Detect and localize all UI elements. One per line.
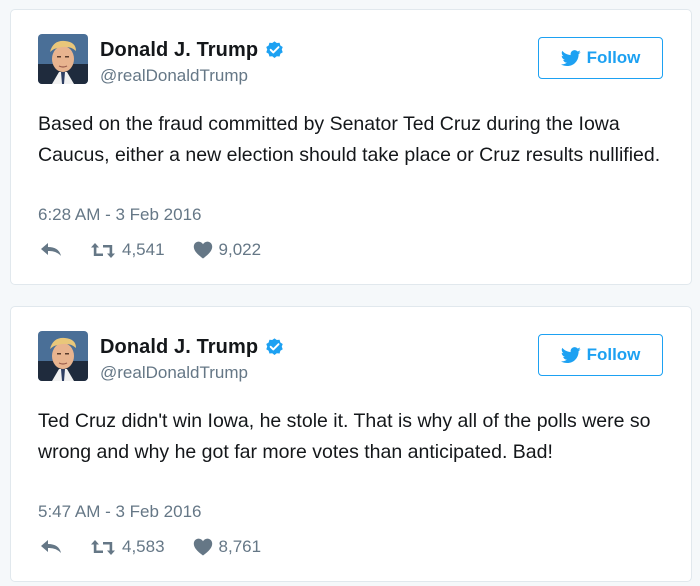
follow-button[interactable]: Follow: [538, 37, 663, 79]
twitter-bird-icon: [560, 49, 581, 66]
like-count: 9,022: [218, 240, 262, 259]
handle[interactable]: @realDonaldTrump: [100, 363, 248, 383]
heart-icon: [193, 538, 212, 556]
retweet-icon: [91, 539, 115, 555]
display-name[interactable]: Donald J. Trump: [100, 336, 258, 359]
like-count: 8,761: [218, 537, 262, 556]
author-name-row: Donald J. Trump: [100, 39, 285, 62]
follow-label: Follow: [586, 345, 641, 364]
tweet-card: Donald J. Trump @realDonaldTrump Follow …: [10, 9, 692, 285]
heart-icon: [193, 241, 212, 259]
tweet-card: Donald J. Trump @realDonaldTrump Follow …: [10, 306, 692, 582]
display-name[interactable]: Donald J. Trump: [100, 39, 258, 62]
avatar[interactable]: [38, 34, 88, 84]
retweet-button[interactable]: 4,541: [90, 240, 165, 260]
verified-badge-icon: [264, 40, 285, 61]
author-name-row: Donald J. Trump: [100, 336, 285, 359]
reply-button[interactable]: [40, 539, 62, 555]
tweet-actions: 4,541 9,022: [40, 240, 261, 260]
follow-button[interactable]: Follow: [538, 334, 663, 376]
tweet-timestamp[interactable]: 6:28 AM - 3 Feb 2016: [38, 205, 202, 225]
tweet-text: Ted Cruz didn't win Iowa, he stole it. T…: [38, 410, 651, 463]
reply-button[interactable]: [40, 242, 62, 258]
like-button[interactable]: 9,022: [193, 240, 262, 260]
tweet-timestamp[interactable]: 5:47 AM - 3 Feb 2016: [38, 502, 202, 522]
reply-icon: [41, 243, 61, 256]
tweet-text: Based on the fraud committed by Senator …: [38, 113, 661, 166]
tweet-screenshot: Donald J. Trump @realDonaldTrump Follow …: [0, 0, 700, 586]
tweet-actions: 4,583 8,761: [40, 537, 261, 557]
like-button[interactable]: 8,761: [193, 537, 262, 557]
twitter-bird-icon: [560, 346, 581, 363]
follow-label: Follow: [586, 48, 641, 67]
retweet-button[interactable]: 4,583: [90, 537, 165, 557]
verified-badge-icon: [264, 337, 285, 358]
retweet-count: 4,541: [122, 240, 165, 259]
avatar[interactable]: [38, 331, 88, 381]
retweet-icon: [91, 242, 115, 258]
handle[interactable]: @realDonaldTrump: [100, 66, 248, 86]
retweet-count: 4,583: [122, 537, 165, 556]
reply-icon: [41, 540, 61, 553]
